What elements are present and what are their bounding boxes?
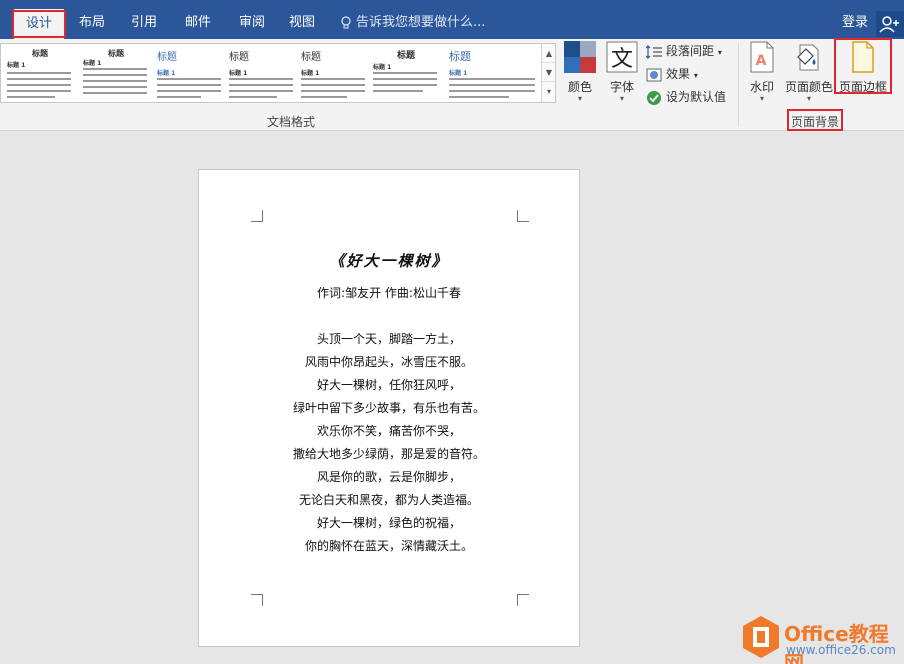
lightbulb-icon	[341, 15, 351, 28]
color-palette-icon	[564, 41, 596, 73]
lyric-line: 风雨中你昂起头，冰雪压不服。	[304, 355, 473, 369]
ribbon-tab-bar: 设计 布局 引用 邮件 审阅 视图 告诉我您想要做什么... 登录	[0, 6, 904, 39]
login-link[interactable]: 登录	[842, 6, 868, 39]
group-divider	[738, 43, 739, 127]
page-color-button[interactable]: 页面颜色 ▾	[784, 41, 834, 103]
chevron-down-icon: ▾	[806, 94, 811, 103]
paragraph-spacing-icon	[645, 44, 662, 59]
margin-corner-mark	[517, 594, 529, 606]
gallery-more-icon[interactable]: ▾	[542, 82, 555, 101]
thumb-heading: 标题 1	[301, 70, 320, 77]
effects-icon	[646, 68, 662, 81]
page-borders-label: 页面边框	[838, 80, 887, 94]
font-wen-icon: 文	[606, 41, 638, 73]
check-circle-icon	[647, 90, 661, 105]
svg-text:A: A	[756, 53, 767, 69]
margin-corner-mark	[251, 594, 263, 606]
style-set-gallery: 标题 标题 1 标题 标题 1 标题 标题 1 标题 标题 1 标题 标题 1 …	[0, 43, 556, 103]
doc-format-group-label: 文档格式	[266, 115, 315, 129]
style-thumb[interactable]: 标题 标题 1	[369, 44, 441, 102]
lyric-line: 绿叶中留下多少故事，有乐也有苦。	[292, 401, 485, 415]
thumb-title: 标题	[396, 51, 415, 61]
page-color-label: 页面颜色	[784, 80, 833, 94]
watermark-site-name: Office教程网	[784, 622, 889, 664]
add-user-icon	[879, 16, 899, 33]
paint-bucket-icon	[797, 44, 819, 71]
set-default-label: 设为默认值	[666, 90, 727, 104]
colors-label: 颜色	[567, 80, 592, 94]
tab-view[interactable]: 视图	[282, 6, 322, 39]
song-title: 《好大一棵树》	[329, 252, 449, 270]
tell-me-text: 告诉我您想要做什么...	[356, 15, 486, 30]
lyric-line: 无论白天和黑夜，都为人类造福。	[298, 493, 479, 507]
scroll-up-icon[interactable]: ▲	[542, 44, 555, 63]
style-thumb[interactable]: 标题 标题 1	[225, 44, 297, 102]
chevron-down-icon: ▾	[619, 94, 624, 103]
thumb-title: 标题	[301, 52, 321, 63]
thumb-title: 标题	[449, 50, 471, 63]
style-thumb[interactable]: 标题 标题 1	[3, 44, 75, 102]
thumb-heading: 标题 1	[229, 70, 248, 77]
thumb-heading: 标题 1	[449, 70, 468, 77]
song-credits: 作词:邹友开 作曲:松山千春	[317, 286, 461, 300]
page-background-group-label: 页面背景	[790, 115, 839, 129]
margin-corner-mark	[251, 210, 263, 222]
effects-label: 效果	[666, 67, 691, 81]
tab-references[interactable]: 引用	[124, 6, 164, 39]
watermark-site-url: www.office26.com	[786, 643, 896, 657]
document-page[interactable]: 《好大一棵树》 作词:邹友开 作曲:松山千春 头顶一个天，脚踏一方土， 风雨中你…	[198, 169, 580, 647]
margin-corner-mark	[517, 210, 529, 222]
colors-button[interactable]: 颜色 ▾	[562, 41, 598, 103]
tab-mailings[interactable]: 邮件	[178, 6, 218, 39]
ribbon: 标题 标题 1 标题 标题 1 标题 标题 1 标题 标题 1 标题 标题 1 …	[0, 38, 904, 131]
paragraph-spacing-label: 段落间距	[666, 44, 715, 58]
watermark-button[interactable]: A 水印 ▾	[744, 41, 780, 103]
set-default-button[interactable]: 设为默认值	[646, 87, 726, 107]
scroll-down-icon[interactable]: ▼	[542, 63, 555, 82]
svg-text:文: 文	[611, 47, 633, 72]
effects-button[interactable]: 效果 ▾	[646, 64, 698, 84]
lyric-line: 好大一棵树，绿色的祝福，	[316, 516, 461, 530]
watermark-icon: A	[750, 41, 774, 73]
thumb-title: 标题	[32, 48, 48, 58]
lyrics-block: 头顶一个天，脚踏一方土， 风雨中你昂起头，冰雪压不服。 好大一棵树，任你狂风呼，…	[199, 328, 579, 558]
tell-me-box[interactable]: 告诉我您想要做什么...	[340, 6, 485, 39]
lyric-line: 你的胸怀在蓝天，深情藏沃土。	[304, 539, 473, 553]
fonts-button[interactable]: 文 字体 ▾	[604, 41, 640, 103]
office-logo-icon	[743, 616, 779, 658]
page-border-icon	[852, 41, 874, 73]
thumb-heading: 标题 1	[157, 70, 176, 77]
lyric-line: 好大一棵树，任你狂风呼，	[316, 378, 461, 392]
lyric-line: 风是你的歌，云是你脚步，	[316, 470, 461, 484]
watermark-label: 水印	[749, 80, 774, 94]
style-thumb[interactable]: 标题 标题 1	[79, 44, 151, 102]
page-borders-button[interactable]: 页面边框	[836, 41, 890, 95]
thumb-title: 标题	[229, 52, 249, 63]
lyric-line: 撒给大地多少绿荫，那是爱的音符。	[292, 447, 485, 461]
chevron-down-icon: ▾	[759, 94, 764, 103]
tab-design[interactable]: 设计	[14, 9, 64, 39]
fonts-label: 字体	[609, 80, 634, 94]
share-button[interactable]	[876, 11, 904, 37]
lyric-line: 欢乐你不笑，痛苦你不哭，	[316, 424, 461, 438]
tab-layout[interactable]: 布局	[72, 6, 112, 39]
paragraph-spacing-button[interactable]: 段落间距 ▾	[645, 41, 722, 61]
gallery-scroll[interactable]: ▲ ▼ ▾	[541, 44, 555, 102]
style-thumb[interactable]: 标题 标题 1	[297, 44, 369, 102]
tab-review[interactable]: 审阅	[232, 6, 272, 39]
style-thumb[interactable]: 标题 标题 1	[153, 44, 225, 102]
lyric-line: 头顶一个天，脚踏一方土，	[316, 332, 461, 346]
chevron-down-icon: ▾	[577, 94, 582, 103]
style-thumb[interactable]: 标题 标题 1	[445, 44, 539, 102]
thumb-heading: 标题 1	[7, 62, 26, 69]
thumb-heading: 标题 1	[373, 64, 392, 71]
thumb-title: 标题	[157, 52, 177, 63]
thumb-heading: 标题 1	[83, 60, 102, 67]
